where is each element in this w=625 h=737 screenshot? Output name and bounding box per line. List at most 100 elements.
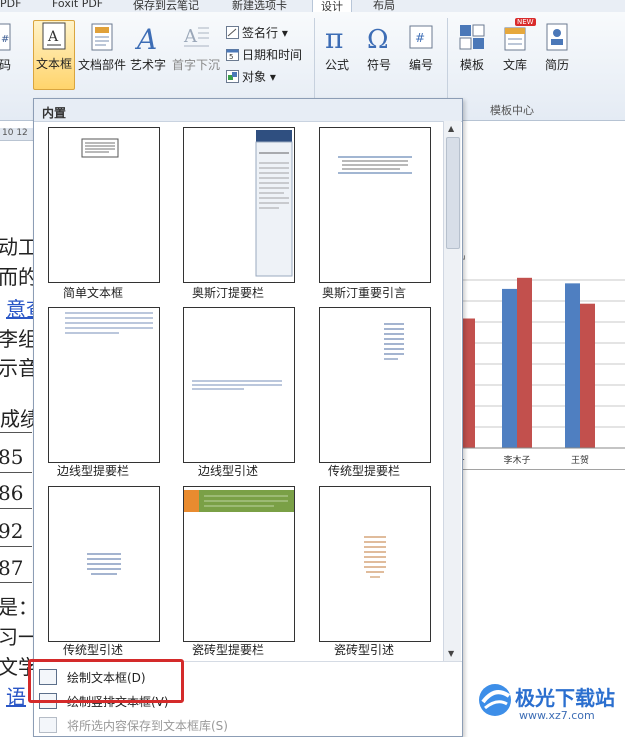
signature-icon xyxy=(226,26,239,39)
scroll-down-arrow-icon[interactable]: ▼ xyxy=(448,649,454,658)
ribbon-partial-label: 码 xyxy=(0,58,11,72)
svg-text:A: A xyxy=(183,26,198,47)
template-icon xyxy=(458,22,486,52)
pi-icon: π xyxy=(323,22,351,55)
austin-sidebar-preview xyxy=(255,130,293,277)
number-icon: # xyxy=(407,22,435,52)
gallery-tile-traditional-sidebar[interactable] xyxy=(319,307,431,463)
chart-category-label: 王贺 xyxy=(571,454,589,466)
save-selection-icon xyxy=(39,717,57,733)
formula-label: 公式 xyxy=(324,58,349,72)
document-parts-label: 文档部件 xyxy=(77,58,126,72)
gallery-scrollbar[interactable]: ▲ ▼ xyxy=(443,121,461,661)
ribbon-tab-bar: PDF Foxit PDF 保存到云笔记 新建选项卡 设计 布局 xyxy=(0,0,625,13)
symbol-button[interactable]: Ω 符号 xyxy=(360,22,398,73)
ruler-marks: 10 12 xyxy=(2,128,28,138)
bar-chart[interactable]: 一李木子王贺 ↵ xyxy=(455,255,625,470)
simple-textbox-preview xyxy=(81,138,119,158)
gallery-label-traditional-sidebar: 传统型提要栏 xyxy=(327,464,400,478)
traditional-quote-preview xyxy=(87,553,121,575)
calendar-icon: 5 xyxy=(226,48,239,61)
tile-quote-preview xyxy=(364,536,386,578)
gallery-tile-border-sidebar[interactable] xyxy=(48,307,160,463)
formula-button[interactable]: π 公式 xyxy=(318,22,356,73)
svg-text:Ω: Ω xyxy=(367,25,389,52)
drop-cap-label: 首字下沉 xyxy=(171,58,220,72)
chart-bars xyxy=(460,277,595,448)
svg-text:A: A xyxy=(47,29,59,45)
scroll-up-arrow-icon[interactable]: ▲ xyxy=(448,124,454,133)
gallery-tile-tile-quote[interactable] xyxy=(319,486,431,642)
gallery-label-traditional-quote: 传统型引述 xyxy=(62,643,123,657)
chart-category-label: 李木子 xyxy=(503,454,530,466)
object-label: 对象 xyxy=(242,70,267,84)
table-line xyxy=(0,582,32,583)
document-parts-button[interactable]: 文档部件 xyxy=(76,22,128,73)
chart-bar xyxy=(565,283,580,448)
drop-cap-button[interactable]: A 首字下沉 xyxy=(170,22,222,73)
svg-text:A: A xyxy=(134,23,157,52)
template-label: 模板 xyxy=(459,58,484,72)
gallery-label-simple-textbox: 简单文本框 xyxy=(62,286,123,300)
date-time-label: 日期和时间 xyxy=(242,48,303,62)
gallery-tile-traditional-quote[interactable] xyxy=(48,486,160,642)
gallery-tile-austin-sidebar[interactable] xyxy=(183,127,295,283)
watermark-brand: 极光下载站 xyxy=(515,686,615,710)
chart-gridlines xyxy=(455,279,625,428)
textbox-button[interactable]: A 文本框 xyxy=(33,20,75,90)
table-line xyxy=(0,508,32,509)
save-selection-menu-item[interactable]: 将所选内容保存到文本框库(S) xyxy=(34,713,462,735)
table-line xyxy=(0,546,32,547)
library-label: 文库 xyxy=(502,58,527,72)
textbox-gallery-panel: 内置 简单文本框 奥斯汀提要栏 奥斯汀重要引言 边线型提要栏 边线型引述 传统型… xyxy=(33,98,463,737)
signature-line-label: 签名行 xyxy=(242,26,279,40)
doc-line-10-link[interactable]: 语 xyxy=(6,681,26,710)
library-button[interactable]: NEW 文库 xyxy=(496,18,536,73)
score-2: 86 xyxy=(0,481,24,505)
watermark-logo-icon xyxy=(479,684,511,716)
site-watermark: 极光下载站 www.xz7.com xyxy=(475,678,625,728)
chart-bar xyxy=(580,303,595,448)
wordart-button[interactable]: A 艺术字 xyxy=(128,22,168,73)
template-center-group-label: 模板中心 xyxy=(490,104,534,117)
gallery-tile-border-quote[interactable] xyxy=(183,307,295,463)
chart-labels: 一李木子王贺 xyxy=(455,454,589,466)
gallery-label-tile-quote: 瓷砖型引述 xyxy=(333,643,394,657)
template-button[interactable]: 模板 xyxy=(452,22,492,73)
tab-pdf[interactable]: PDF xyxy=(0,0,21,10)
signature-line-button[interactable]: 签名行 ▾ xyxy=(226,24,288,41)
scroll-thumb[interactable] xyxy=(446,137,460,249)
textbox-label: 文本框 xyxy=(35,57,72,71)
new-badge: NEW xyxy=(515,18,536,26)
resume-label: 简历 xyxy=(544,58,569,72)
gallery-header-label: 内置 xyxy=(42,106,67,120)
table-line xyxy=(0,432,32,433)
omega-icon: Ω xyxy=(365,22,393,55)
tab-design[interactable]: 设计 xyxy=(312,0,352,13)
tile-sidebar-preview xyxy=(184,490,294,512)
resume-icon xyxy=(543,22,571,52)
gallery-label-austin-quote: 奥斯汀重要引言 xyxy=(321,286,406,300)
score-3: 92 xyxy=(0,519,24,543)
gallery-tile-tile-sidebar[interactable] xyxy=(183,486,295,642)
traditional-sidebar-preview xyxy=(384,323,404,360)
gallery-tile-austin-quote[interactable] xyxy=(319,127,431,283)
object-button[interactable]: 对象 ▾ xyxy=(226,68,276,85)
annotation-highlight-box xyxy=(28,659,184,703)
tab-foxit-pdf[interactable]: Foxit PDF xyxy=(52,0,103,10)
number-button[interactable]: # 编号 xyxy=(402,22,440,73)
library-icon: NEW xyxy=(501,18,536,52)
chart-bar xyxy=(502,288,517,448)
gallery-tile-simple-textbox[interactable] xyxy=(48,127,160,283)
textbox-icon: A xyxy=(40,21,68,51)
date-time-button[interactable]: 5 日期和时间 xyxy=(226,46,302,63)
resume-button[interactable]: 简历 xyxy=(538,22,576,73)
wordart-icon: A xyxy=(134,22,162,56)
austin-quote-preview xyxy=(338,156,412,174)
wordart-label: 艺术字 xyxy=(129,58,166,72)
ribbon-partial-button[interactable]: # 码 xyxy=(0,22,16,73)
number-label: 编号 xyxy=(408,58,433,72)
svg-text:#: # xyxy=(1,34,9,45)
document-parts-icon xyxy=(88,22,116,52)
gallery-header: 内置 xyxy=(34,99,462,122)
